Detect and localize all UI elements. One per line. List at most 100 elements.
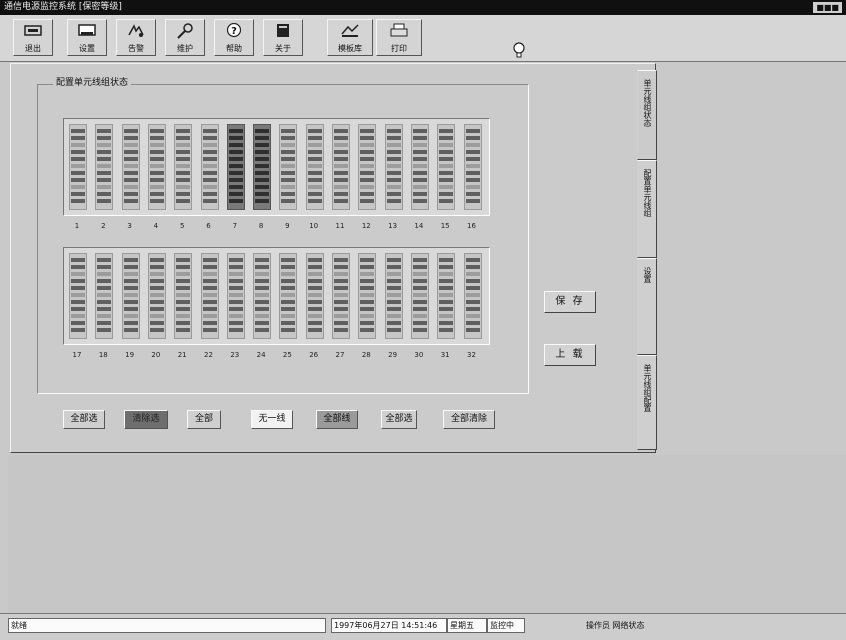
print-button[interactable]: 打印 bbox=[376, 19, 422, 56]
alarm-button[interactable]: 告警 bbox=[116, 19, 156, 56]
line-slot[interactable] bbox=[69, 124, 87, 210]
slot-indicator bbox=[71, 157, 85, 161]
slot-indicator bbox=[281, 143, 296, 147]
line-slot[interactable] bbox=[279, 124, 298, 210]
template-icon bbox=[341, 24, 359, 37]
all-lines-button[interactable]: 全部线 bbox=[316, 410, 358, 429]
slot-indicator bbox=[307, 258, 322, 262]
no-line-button[interactable]: 无一线 bbox=[251, 410, 293, 429]
slot-indicator bbox=[360, 199, 375, 203]
slot-indicator bbox=[123, 279, 138, 283]
line-slot[interactable] bbox=[437, 253, 456, 339]
slot-indicator bbox=[386, 265, 401, 269]
slot-indicator bbox=[334, 293, 348, 297]
line-slot[interactable] bbox=[358, 124, 377, 210]
tab-line-status[interactable]: 单元线组状态 bbox=[637, 70, 657, 160]
slot-indicator bbox=[386, 307, 401, 311]
line-slot[interactable] bbox=[384, 124, 403, 210]
clear-all-button[interactable]: 全部清除 bbox=[443, 410, 495, 429]
tab-line-config[interactable]: 单元线组配置 bbox=[637, 355, 657, 450]
slot-indicator bbox=[149, 136, 164, 140]
slot-indicator bbox=[360, 143, 375, 147]
slot-indicator bbox=[71, 178, 85, 182]
slot-indicator bbox=[255, 258, 270, 262]
select-all-button[interactable]: 全部选 bbox=[63, 410, 105, 429]
slot-indicator bbox=[228, 265, 243, 269]
slot-indicator bbox=[412, 192, 427, 196]
slot-indicator bbox=[307, 136, 322, 140]
slot-indicator bbox=[255, 129, 270, 133]
save-button[interactable]: 保 存 bbox=[544, 291, 596, 313]
line-slot[interactable] bbox=[410, 253, 429, 339]
slot-indicator bbox=[255, 272, 270, 276]
line-slot[interactable] bbox=[332, 253, 350, 339]
line-slot[interactable] bbox=[358, 253, 377, 339]
line-slot[interactable] bbox=[463, 253, 482, 339]
line-slot[interactable] bbox=[95, 253, 114, 339]
line-slot[interactable] bbox=[121, 124, 140, 210]
line-slot[interactable] bbox=[279, 253, 298, 339]
exit-label: 退出 bbox=[25, 44, 41, 53]
slot-indicator bbox=[123, 300, 138, 304]
slot-indicator bbox=[149, 321, 164, 325]
all-button[interactable]: 全部 bbox=[187, 410, 221, 429]
slot-indicator bbox=[412, 136, 427, 140]
line-slot[interactable] bbox=[410, 124, 429, 210]
slot-indicator bbox=[228, 321, 243, 325]
line-slot[interactable] bbox=[147, 124, 166, 210]
slot-indicator bbox=[281, 314, 296, 318]
line-slot[interactable] bbox=[226, 253, 245, 339]
line-slot[interactable] bbox=[174, 253, 193, 339]
upload-button[interactable]: 上 载 bbox=[544, 344, 596, 366]
line-slot[interactable] bbox=[121, 253, 140, 339]
slot-indicator bbox=[412, 199, 427, 203]
line-slot[interactable] bbox=[463, 124, 482, 210]
slot-indicator bbox=[334, 171, 348, 175]
slot-indicator bbox=[307, 143, 322, 147]
slot-indicator bbox=[386, 143, 401, 147]
slot-indicator bbox=[360, 293, 375, 297]
line-slot[interactable] bbox=[437, 124, 456, 210]
slot-indicator bbox=[412, 314, 427, 318]
slot-indicator bbox=[176, 164, 191, 168]
slot-number: 13 bbox=[388, 222, 398, 230]
slot-indicator bbox=[228, 157, 243, 161]
clear-selection-button[interactable]: 清除选 bbox=[124, 410, 168, 429]
maintain-button[interactable]: 维护 bbox=[165, 19, 205, 56]
slot-number: 20 bbox=[151, 351, 161, 359]
status-operator: 操作员 网络状态 bbox=[586, 621, 645, 630]
slot-indicator bbox=[97, 150, 112, 154]
template-button[interactable]: 模板库 bbox=[327, 19, 373, 56]
slot-indicator bbox=[176, 279, 191, 283]
line-slot[interactable] bbox=[69, 253, 87, 339]
line-slot[interactable] bbox=[226, 124, 245, 210]
slot-indicator bbox=[149, 328, 164, 332]
slot-indicator bbox=[123, 185, 138, 189]
slot-indicator bbox=[281, 129, 296, 133]
about-button[interactable]: 关于 bbox=[263, 19, 303, 56]
line-slot[interactable] bbox=[95, 124, 114, 210]
settings-button[interactable]: 设置 bbox=[67, 19, 107, 56]
tab-configure-lines[interactable]: 配置单元线组 bbox=[637, 160, 657, 258]
help-button[interactable]: ? 帮助 bbox=[214, 19, 254, 56]
window-controls[interactable]: ■■■ bbox=[813, 2, 842, 13]
line-slot[interactable] bbox=[147, 253, 166, 339]
slot-indicator bbox=[228, 328, 243, 332]
line-slot[interactable] bbox=[200, 124, 219, 210]
slot-indicator bbox=[307, 150, 322, 154]
tab-settings[interactable]: 设置 bbox=[637, 258, 657, 355]
slot-indicator bbox=[149, 199, 164, 203]
select-all-alt-button[interactable]: 全部选 bbox=[381, 410, 417, 429]
svg-text:?: ? bbox=[231, 26, 237, 37]
line-slot[interactable] bbox=[305, 253, 324, 339]
line-slot[interactable] bbox=[200, 253, 219, 339]
line-slot[interactable] bbox=[384, 253, 403, 339]
slot-indicator bbox=[360, 328, 375, 332]
line-slot[interactable] bbox=[253, 124, 272, 210]
line-slot[interactable] bbox=[305, 124, 324, 210]
line-slot[interactable] bbox=[174, 124, 193, 210]
line-slot[interactable] bbox=[332, 124, 350, 210]
exit-button[interactable]: 退出 bbox=[13, 19, 53, 56]
line-slot[interactable] bbox=[253, 253, 272, 339]
slot-number: 11 bbox=[335, 222, 345, 230]
